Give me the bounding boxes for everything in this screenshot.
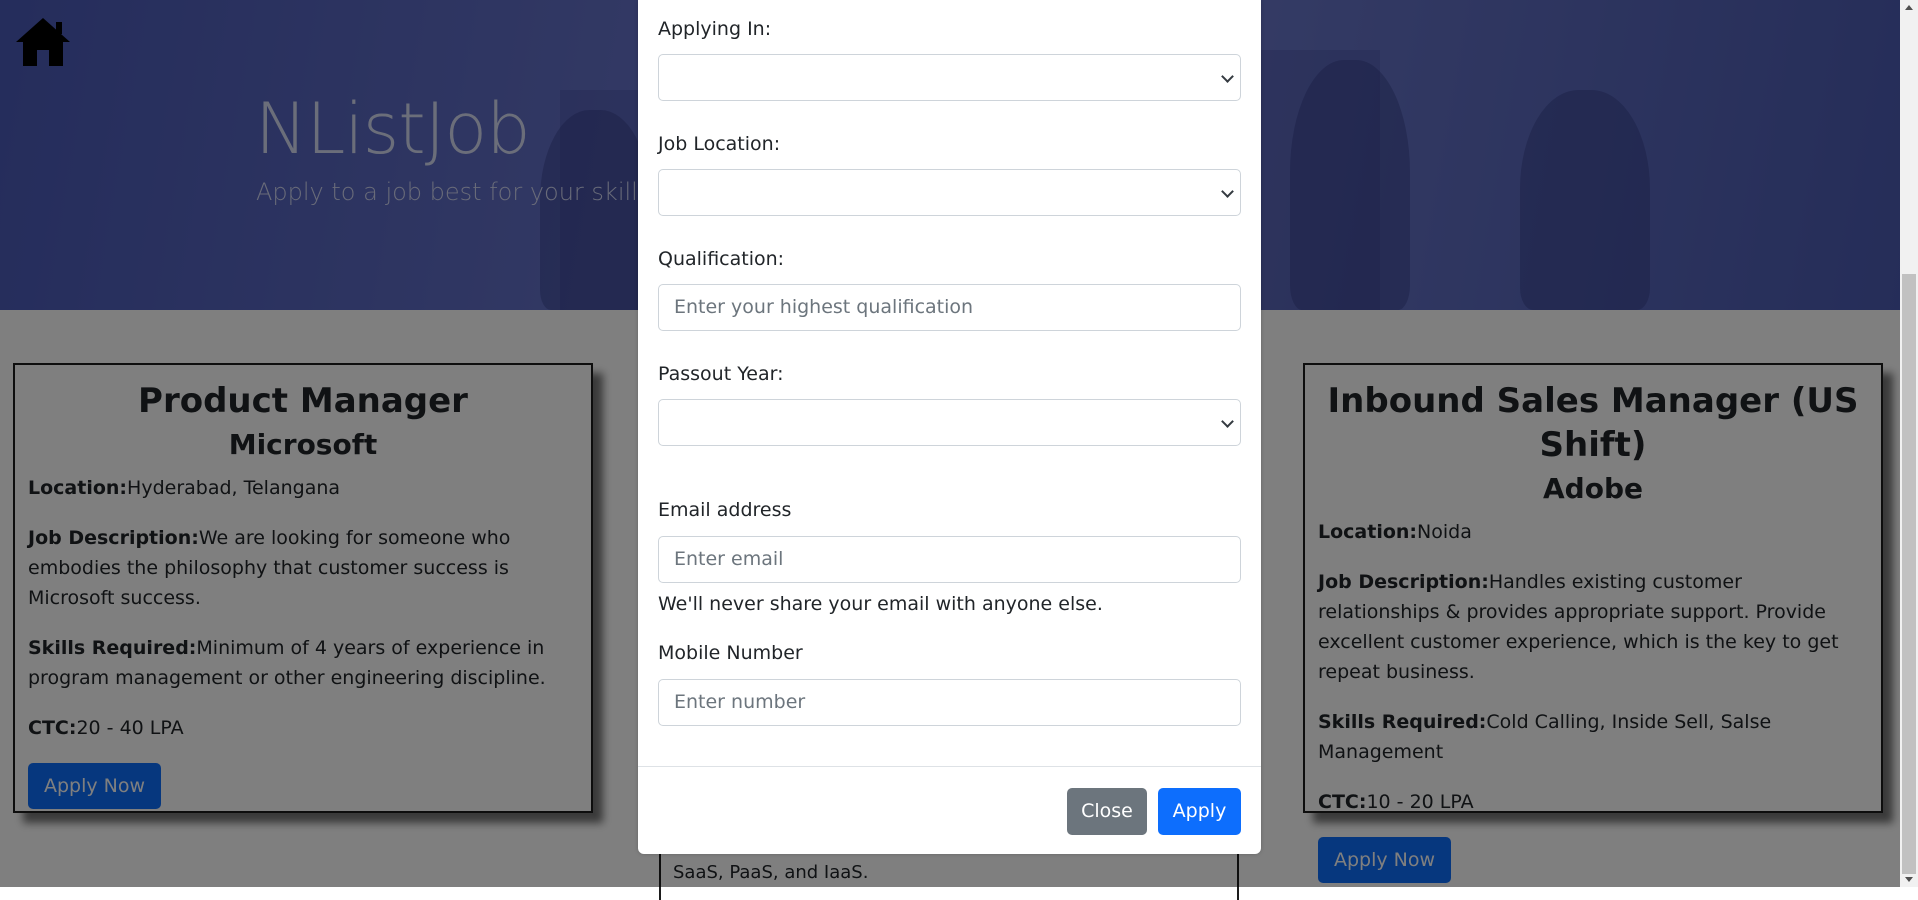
scrollbar-thumb[interactable]: [1902, 274, 1916, 874]
mobile-input[interactable]: Enter number: [658, 679, 1241, 726]
passout-year-label: Passout Year:: [658, 363, 784, 385]
mobile-label: Mobile Number: [658, 642, 803, 664]
modal-footer-divider: [638, 766, 1261, 767]
email-input[interactable]: Enter email: [658, 536, 1241, 583]
scroll-down-icon[interactable]: [1905, 877, 1913, 882]
job-location-label: Job Location:: [658, 133, 781, 155]
qualification-label: Qualification:: [658, 248, 785, 270]
page-scrollbar[interactable]: [1900, 0, 1918, 887]
applying-in-label: Applying In:: [658, 18, 772, 40]
scroll-up-icon[interactable]: [1905, 5, 1913, 10]
email-label: Email address: [658, 499, 792, 521]
apply-modal: Applying In: Job Location: Qualification…: [638, 0, 1261, 854]
email-help-text: We'll never share your email with anyone…: [658, 593, 1103, 615]
passout-year-select[interactable]: [658, 399, 1241, 446]
qualification-input[interactable]: Enter your highest qualification: [658, 284, 1241, 331]
job-location-select[interactable]: [658, 169, 1241, 216]
applying-in-select[interactable]: [658, 54, 1241, 101]
close-button[interactable]: Close: [1067, 788, 1147, 835]
apply-button[interactable]: Apply: [1158, 788, 1241, 835]
